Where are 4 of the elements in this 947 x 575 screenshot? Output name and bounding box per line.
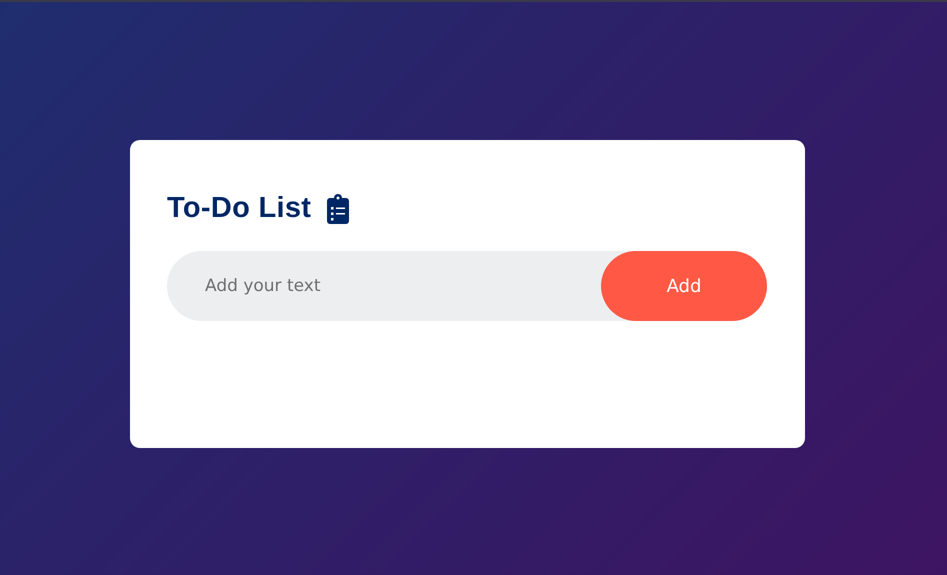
clipboard-list-icon bbox=[327, 194, 350, 224]
add-button[interactable]: Add bbox=[601, 251, 767, 321]
app-title: To-Do List bbox=[167, 192, 312, 225]
input-field[interactable]: Add your text Add bbox=[167, 251, 767, 321]
